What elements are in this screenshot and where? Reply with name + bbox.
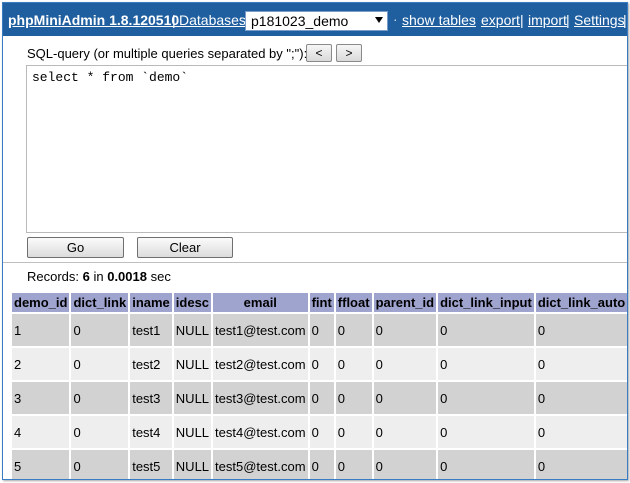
dot-separator: · — [393, 11, 398, 27]
table-cell: 0 — [438, 382, 534, 414]
table-cell: NULL — [173, 348, 212, 380]
table-cell: NULL — [173, 382, 212, 414]
table-cell: 5 — [12, 450, 70, 479]
column-header[interactable]: idesc — [173, 293, 212, 312]
table-cell: 0 — [535, 450, 627, 479]
table-cell: 0 — [309, 450, 334, 479]
table-cell: test4@test.com — [213, 416, 308, 448]
table-cell: 0 — [373, 382, 437, 414]
databases-link[interactable]: Databases — [179, 12, 246, 28]
records-prefix: Records: — [27, 269, 83, 284]
database-select-value: p181023_demo — [251, 13, 349, 29]
database-select[interactable]: p181023_demo — [245, 11, 388, 31]
table-cell: 0 — [535, 382, 627, 414]
records-summary: Records: 6 in 0.0018 sec — [27, 269, 171, 284]
app-window: phpMiniAdmin 1.8.120510 | Databases : p1… — [2, 2, 628, 480]
table-cell: 0 — [335, 314, 372, 346]
dot-separator: · — [472, 11, 477, 27]
table-cell: 2 — [12, 348, 70, 380]
results-table-container: demo_id dict_link iname idesc email fint… — [10, 291, 627, 479]
table-cell: test4 — [130, 416, 172, 448]
export-link[interactable]: export — [481, 12, 520, 28]
table-cell: 0 — [438, 314, 534, 346]
table-cell: 1 — [12, 314, 70, 346]
records-in: in — [89, 269, 108, 284]
table-row: 5 0 test5 NULL test5@test.com 0 0 0 0 0 — [12, 450, 627, 479]
table-cell: 0 — [71, 416, 129, 448]
divider — [3, 262, 627, 263]
table-cell: 0 — [535, 314, 627, 346]
records-time: 0.0018 — [107, 269, 147, 284]
table-cell: test1@test.com — [213, 314, 308, 346]
table-cell: 0 — [335, 450, 372, 479]
table-cell: 0 — [373, 450, 437, 479]
table-cell: test3@test.com — [213, 382, 308, 414]
column-header[interactable]: dict_link_auto — [535, 293, 627, 312]
go-button[interactable]: Go — [27, 237, 124, 258]
table-cell: 0 — [71, 348, 129, 380]
databases-colon: : — [239, 12, 243, 28]
table-cell: 0 — [373, 348, 437, 380]
next-query-button[interactable]: > — [336, 44, 362, 62]
table-cell: test1 — [130, 314, 172, 346]
table-cell: test2 — [130, 348, 172, 380]
table-cell: 4 — [12, 416, 70, 448]
separator: | — [520, 12, 524, 28]
brand-link[interactable]: phpMiniAdmin 1.8.120510 — [8, 12, 179, 28]
table-header-row: demo_id dict_link iname idesc email fint… — [12, 293, 627, 312]
table-row: 2 0 test2 NULL test2@test.com 0 0 0 0 0 — [12, 348, 627, 380]
column-header[interactable]: demo_id — [12, 293, 70, 312]
separator: | — [566, 12, 570, 28]
show-tables-link[interactable]: show tables — [402, 12, 476, 28]
table-cell: NULL — [173, 416, 212, 448]
table-cell: 0 — [438, 450, 534, 479]
table-cell: 0 — [335, 382, 372, 414]
clear-button[interactable]: Clear — [137, 237, 233, 258]
table-row: 1 0 test1 NULL test1@test.com 0 0 0 0 0 — [12, 314, 627, 346]
previous-query-button[interactable]: < — [306, 44, 332, 62]
table-cell: 0 — [335, 348, 372, 380]
records-unit: sec — [146, 269, 171, 284]
import-link[interactable]: import — [528, 12, 567, 28]
table-cell: 0 — [373, 416, 437, 448]
separator: | — [623, 12, 627, 28]
column-header[interactable]: email — [213, 293, 308, 312]
table-row: 4 0 test4 NULL test4@test.com 0 0 0 0 0 — [12, 416, 627, 448]
table-cell: 0 — [309, 416, 334, 448]
table-cell: 0 — [71, 450, 129, 479]
records-count: 6 — [82, 269, 90, 284]
top-nav-bar: phpMiniAdmin 1.8.120510 | Databases : p1… — [3, 3, 627, 36]
column-header[interactable]: iname — [130, 293, 172, 312]
table-cell: 0 — [71, 314, 129, 346]
table-cell: 0 — [309, 382, 334, 414]
table-cell: 0 — [535, 348, 627, 380]
table-cell: 0 — [71, 382, 129, 414]
column-header[interactable]: dict_link — [71, 293, 129, 312]
column-header[interactable]: ffloat — [335, 293, 372, 312]
column-header[interactable]: parent_id — [373, 293, 437, 312]
chevron-down-icon — [375, 17, 383, 23]
table-cell: 0 — [335, 416, 372, 448]
table-cell: test5 — [130, 450, 172, 479]
table-cell: 0 — [535, 416, 627, 448]
table-cell: NULL — [173, 314, 212, 346]
table-cell: 0 — [438, 348, 534, 380]
separator: | — [172, 12, 176, 28]
table-cell: test5@test.com — [213, 450, 308, 479]
table-cell: 3 — [12, 382, 70, 414]
settings-link[interactable]: Settings — [574, 12, 625, 28]
table-cell: 0 — [373, 314, 437, 346]
column-header[interactable]: dict_link_input — [438, 293, 534, 312]
table-cell: 0 — [309, 348, 334, 380]
table-cell: test2@test.com — [213, 348, 308, 380]
table-cell: NULL — [173, 450, 212, 479]
table-cell: test3 — [130, 382, 172, 414]
table-cell: 0 — [309, 314, 334, 346]
table-cell: 0 — [438, 416, 534, 448]
table-row: 3 0 test3 NULL test3@test.com 0 0 0 0 0 — [12, 382, 627, 414]
sql-query-label: SQL-query (or multiple queries separated… — [27, 46, 308, 61]
sql-query-textarea[interactable]: select * from `demo` — [26, 65, 627, 233]
results-table: demo_id dict_link iname idesc email fint… — [10, 291, 627, 479]
column-header[interactable]: fint — [309, 293, 334, 312]
